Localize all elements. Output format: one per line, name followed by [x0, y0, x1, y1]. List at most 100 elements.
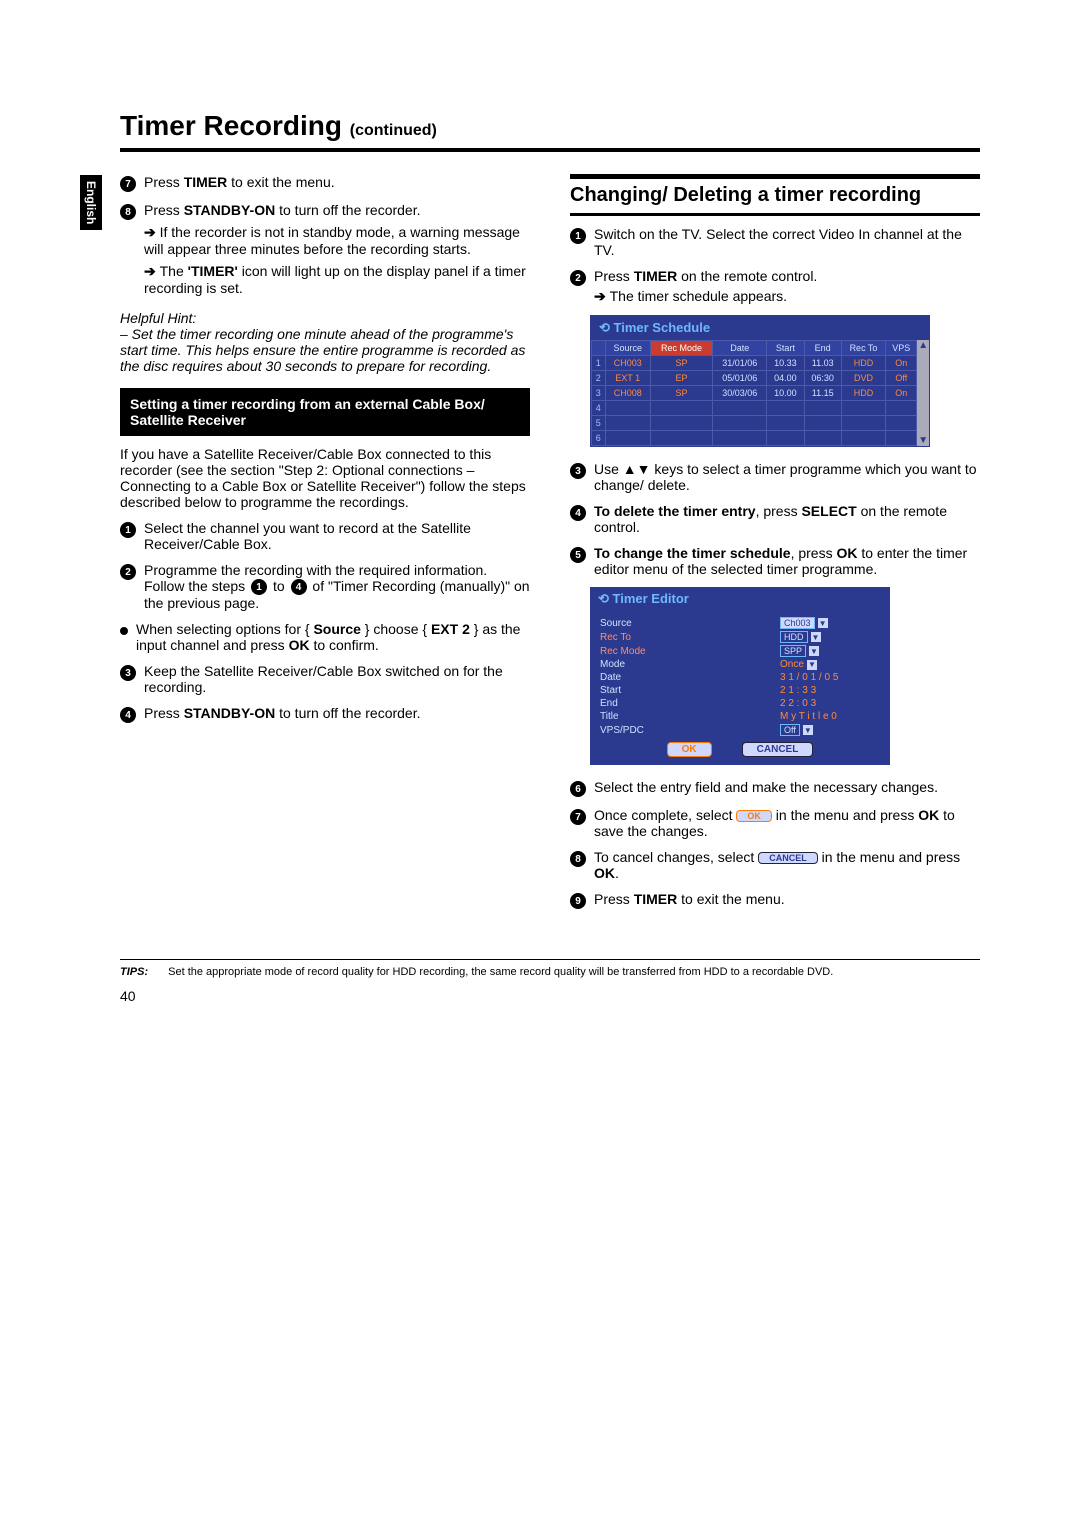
- editor-value: HDD▼: [780, 631, 880, 643]
- page-number: 40: [120, 988, 980, 1004]
- section-heading: Changing/ Deleting a timer recording: [570, 183, 980, 207]
- step-badge-7: 7: [120, 176, 136, 192]
- value-box: Ch003: [780, 617, 815, 629]
- text-bold: OK: [594, 865, 615, 881]
- table-row: 4: [592, 401, 917, 416]
- ext-step-1: 1 Select the channel you want to record …: [120, 520, 530, 552]
- step-8: 8 Press STANDBY-ON to turn off the recor…: [120, 202, 530, 296]
- arrow-keys-icon: ▲▼: [623, 461, 651, 477]
- text: keys to select a timer programme which y…: [594, 461, 977, 493]
- text: to confirm.: [310, 637, 379, 653]
- r-step-7: 7 Once complete, select OK in the menu a…: [570, 807, 980, 839]
- th: Rec Mode: [650, 341, 712, 356]
- text-bold: 'TIMER': [188, 263, 238, 279]
- cell: 4: [592, 401, 606, 416]
- editor-ok-button: OK: [667, 742, 712, 757]
- text: to turn off the recorder.: [275, 705, 420, 721]
- r-step-5: 5 To change the timer schedule, press OK…: [570, 545, 980, 577]
- th: Rec To: [841, 341, 885, 356]
- editor-value: 2 2 : 0 3: [780, 698, 880, 709]
- text: to: [273, 578, 289, 594]
- text: } choose {: [361, 621, 431, 637]
- cell: 31/01/06: [713, 356, 767, 371]
- ext-step-3: 3 Keep the Satellite Receiver/Cable Box …: [120, 663, 530, 695]
- title-main: Timer Recording: [120, 110, 342, 141]
- text: When selecting options for { Source } ch…: [136, 621, 530, 653]
- tips-footer: TIPS: Set the appropriate mode of record…: [120, 959, 980, 978]
- step-badge: 6: [570, 781, 586, 797]
- th: Source: [605, 341, 650, 356]
- text: in the menu and press: [772, 807, 918, 823]
- cancel-button-inline: CANCEL: [758, 852, 818, 864]
- ref-badge-1: 1: [251, 579, 267, 595]
- cell: SP: [650, 356, 712, 371]
- note-text: If the recorder is not in standby mode, …: [144, 224, 520, 257]
- cell: EP: [650, 371, 712, 386]
- left-column: 7 Press TIMER to exit the menu. 8 Press …: [120, 174, 530, 919]
- table-row: 2EXT 1EP05/01/0604.0006:30DVDOff: [592, 371, 917, 386]
- r-step-1: 1 Switch on the TV. Select the correct V…: [570, 226, 980, 258]
- editor-cancel-button: CANCEL: [742, 742, 814, 757]
- editor-row: TitleM y T i t l e 0: [600, 711, 880, 722]
- schedule-title: Timer Schedule: [591, 316, 929, 340]
- editor-value: 3 1 / 0 1 / 0 5: [780, 672, 880, 683]
- step-badge: 1: [570, 228, 586, 244]
- arrow-icon: ➔: [144, 224, 160, 240]
- editor-buttons: OK CANCEL: [600, 742, 880, 757]
- editor-value: Once▼: [780, 659, 880, 670]
- dropdown-icon: ▼: [807, 660, 817, 670]
- text-bold: STANDBY-ON: [184, 705, 276, 721]
- text-bold: Source: [313, 621, 360, 637]
- ext-step-2-bullet: When selecting options for { Source } ch…: [120, 621, 530, 653]
- editor-row: Rec ModeSPP▼: [600, 645, 880, 657]
- schedule-table: Source Rec Mode Date Start End Rec To VP…: [591, 340, 917, 446]
- cell: 3: [592, 386, 606, 401]
- arrow-icon: ➔: [594, 288, 610, 304]
- step-badge: 8: [570, 851, 586, 867]
- cell: SP: [650, 386, 712, 401]
- tips-label: TIPS:: [120, 966, 148, 978]
- value-box: Off: [780, 724, 800, 736]
- editor-row: ModeOnce▼: [600, 659, 880, 670]
- text: on the remote control.: [677, 268, 817, 284]
- th: Date: [713, 341, 767, 356]
- table-row: 3CH008SP30/03/0610.0011.15HDDOn: [592, 386, 917, 401]
- step-badge: 4: [120, 707, 136, 723]
- step-badge: 5: [570, 547, 586, 563]
- dropdown-icon: ▼: [809, 646, 819, 656]
- editor-label: Mode: [600, 659, 780, 670]
- intro-text: If you have a Satellite Receiver/Cable B…: [120, 446, 530, 510]
- ext-step-4: 4 Press STANDBY-ON to turn off the recor…: [120, 705, 530, 723]
- cell: CH008: [605, 386, 650, 401]
- cell: 10.00: [767, 386, 804, 401]
- scroll-up-icon: ▲: [918, 340, 928, 351]
- text: Once complete, select: [594, 807, 736, 823]
- cell: 11.03: [804, 356, 841, 371]
- step-badge: 3: [570, 463, 586, 479]
- step-badge: 1: [120, 522, 136, 538]
- editor-row: VPS/PDCOff▼: [600, 724, 880, 736]
- editor-value: Ch003▼: [780, 617, 880, 629]
- text: to exit the menu.: [677, 891, 784, 907]
- text: Keep the Satellite Receiver/Cable Box sw…: [144, 663, 530, 695]
- page-title: Timer Recording (continued): [120, 110, 980, 142]
- th: End: [804, 341, 841, 356]
- text: Press: [594, 891, 634, 907]
- text: in the menu and press: [818, 849, 960, 865]
- text-bold: TIMER: [184, 174, 228, 190]
- editor-label: Source: [600, 618, 780, 629]
- bullet-icon: [120, 627, 128, 635]
- editor-row: Date3 1 / 0 1 / 0 5: [600, 672, 880, 683]
- step-badge-8: 8: [120, 204, 136, 220]
- hint-text: – Set the timer recording one minute ahe…: [120, 326, 530, 374]
- text: , press: [756, 503, 802, 519]
- text-bold: OK: [289, 637, 310, 653]
- editor-row: SourceCh003▼: [600, 617, 880, 629]
- text: The: [160, 263, 188, 279]
- cell: 04.00: [767, 371, 804, 386]
- section-heading-box: Setting a timer recording from an extern…: [120, 388, 530, 436]
- table-row: 1CH003SP31/01/0610.3311.03HDDOn: [592, 356, 917, 371]
- text: Programme the recording with the require…: [144, 562, 530, 611]
- dropdown-icon: ▼: [818, 618, 828, 628]
- text: to turn off the recorder.: [275, 202, 420, 218]
